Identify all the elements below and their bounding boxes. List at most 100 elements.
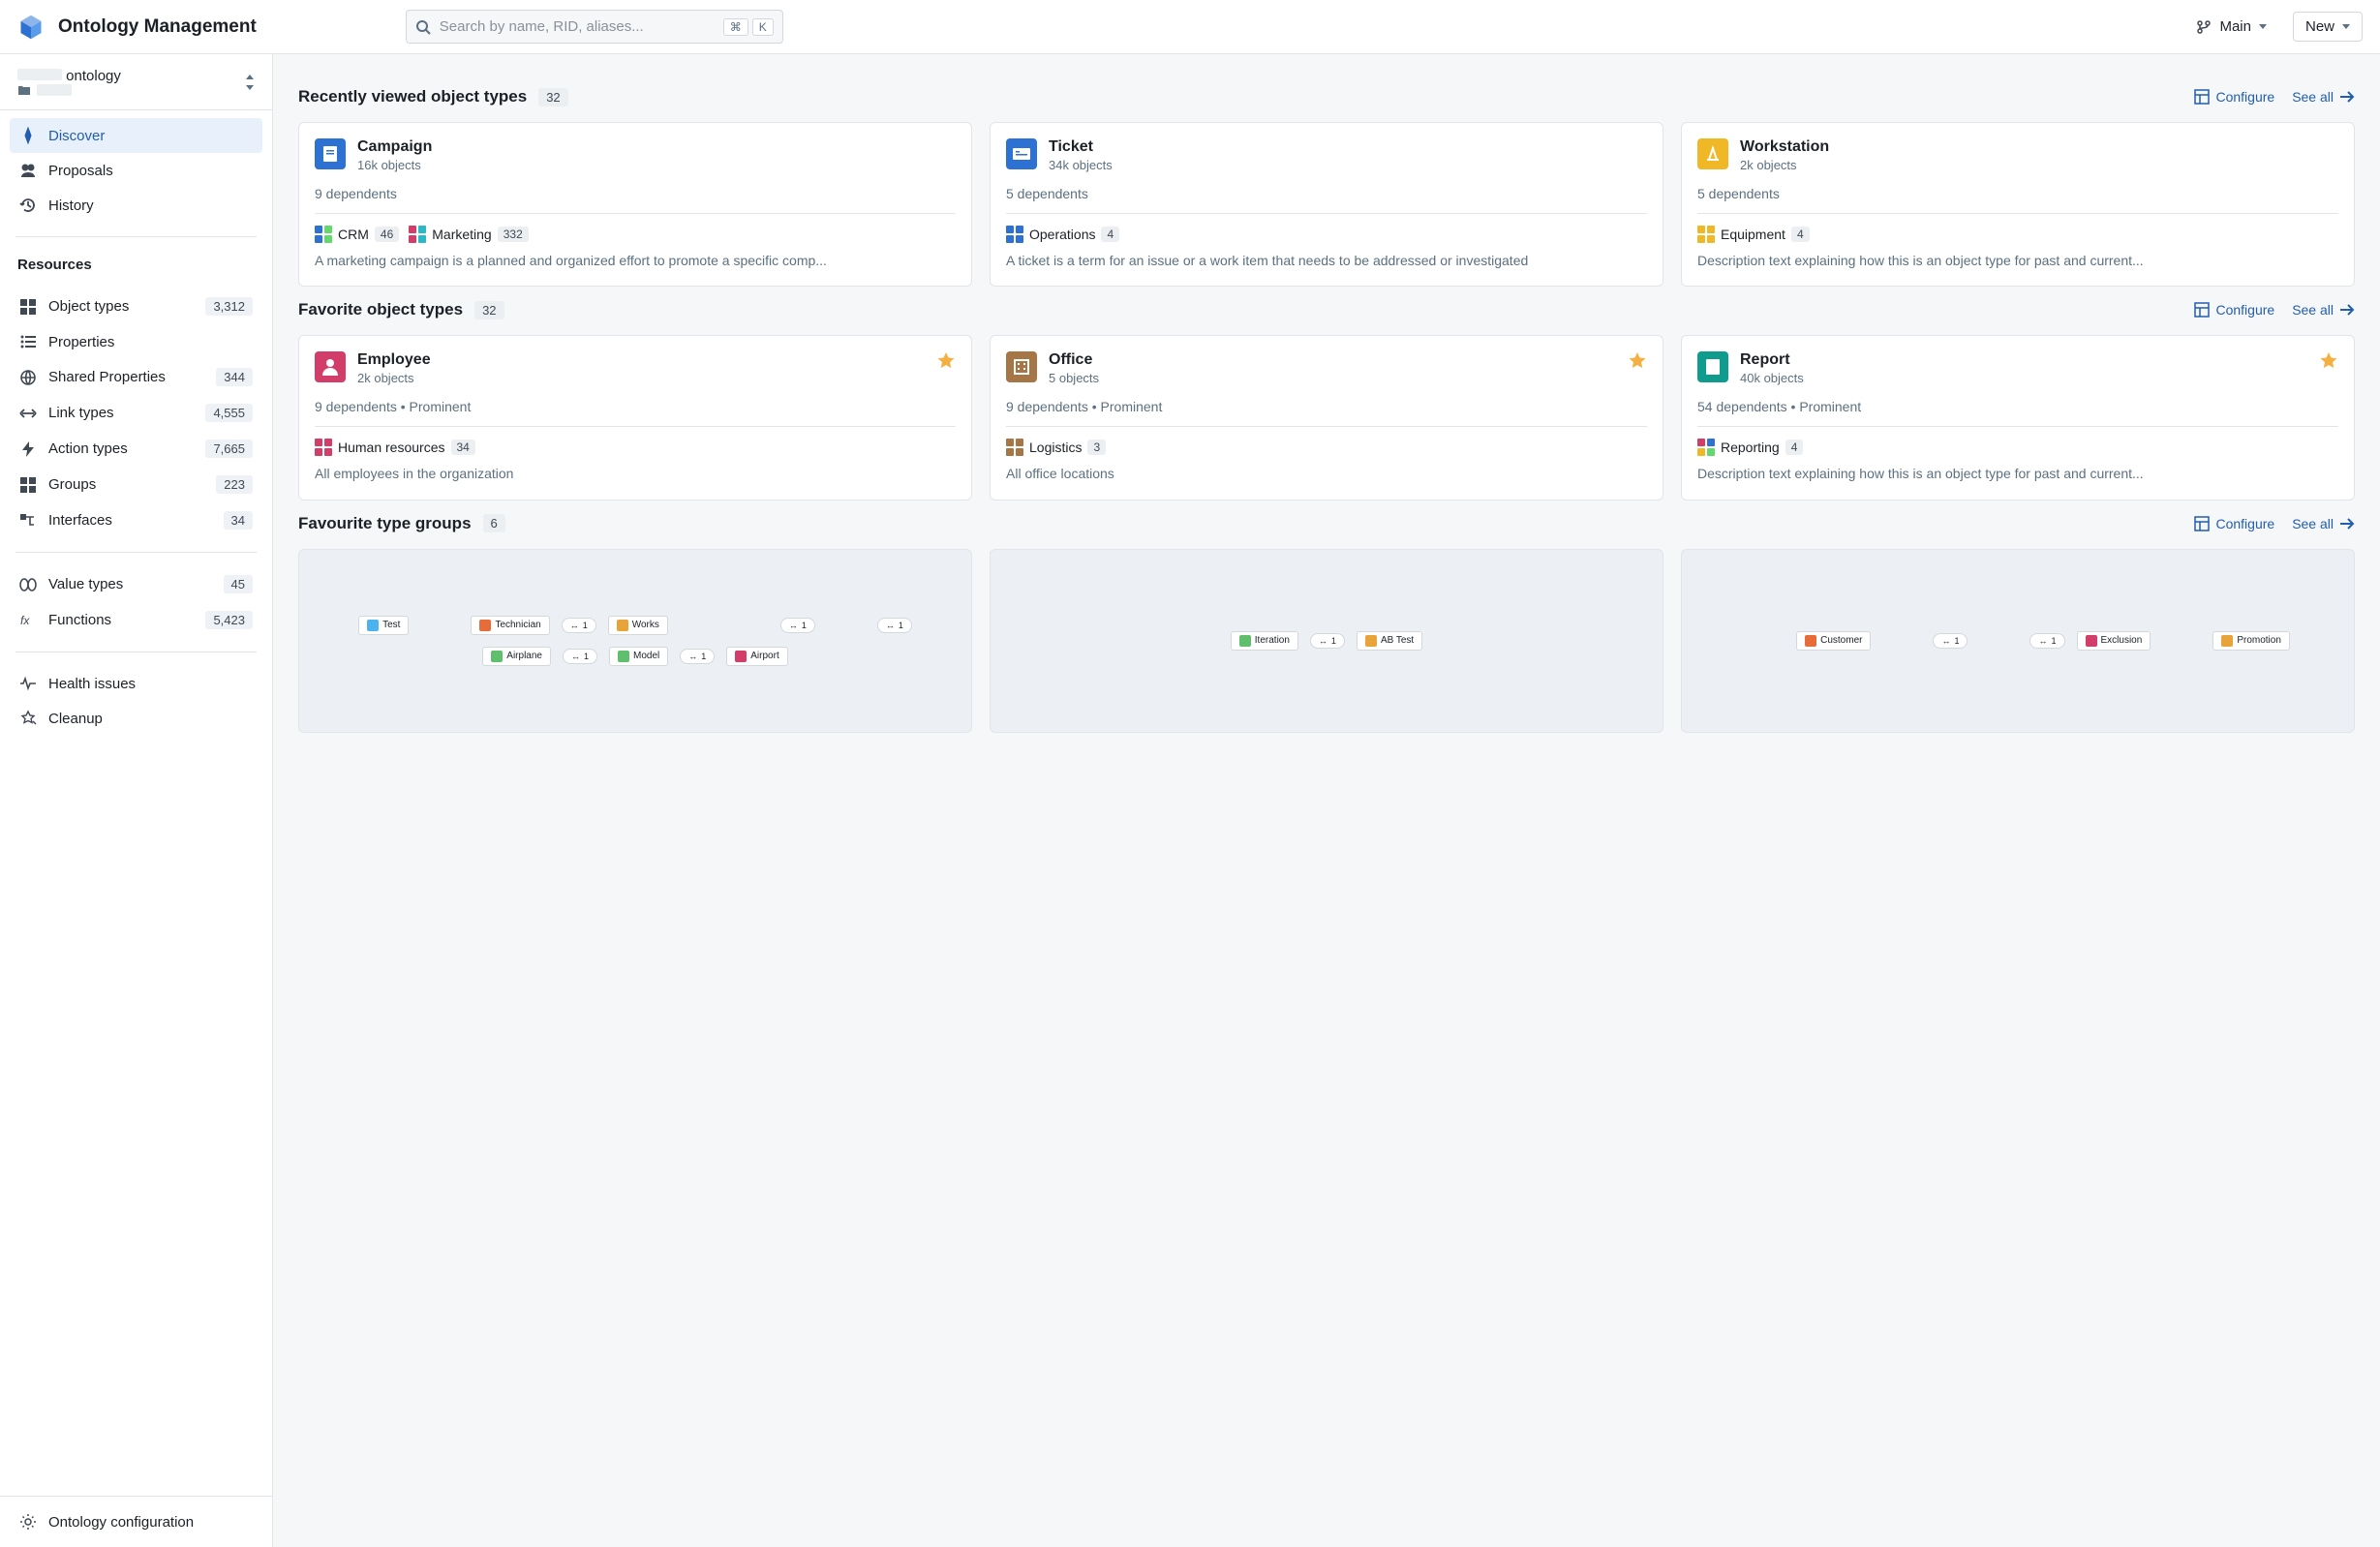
group-name: Reporting [1721,440,1780,455]
group-icon [1697,439,1715,456]
resources-header: Resources [0,243,272,281]
card-meta: 5 dependents [1697,186,2338,201]
section-header: Favorite object types 32 Configure See a… [298,300,2355,319]
see-all-link[interactable]: See all [2292,302,2355,318]
nav-count: 3,312 [205,297,253,316]
group-name: Marketing [432,227,491,242]
sidebar: ontology Discover Proposals History Reso… [0,54,273,1547]
nav-label: Properties [48,334,114,350]
nav-label: Functions [48,612,111,628]
group-tag[interactable]: Human resources 34 [315,439,475,456]
caret-down-icon [2259,24,2267,29]
nav-item-history[interactable]: History [10,188,262,223]
nav-label: Discover [48,128,105,144]
mini-link: ↔1 [780,618,815,633]
primary-nav: Discover Proposals History [0,110,272,230]
branch-selector[interactable]: Main [2183,12,2279,42]
group-tag[interactable]: CRM 46 [315,226,399,243]
section-header: Recently viewed object types 32 Configur… [298,87,2355,106]
group-tag[interactable]: Logistics 3 [1006,439,1106,456]
card-title: Employee [357,351,431,369]
nav-label: Groups [48,476,96,493]
object-type-card[interactable]: Ticket 34k objects 5 dependents Operatio… [990,122,1663,287]
new-button[interactable]: New [2293,12,2363,42]
group-icon [315,226,332,243]
ontology-config-button[interactable]: Ontology configuration [10,1504,262,1539]
mini-link: ↔1 [1310,633,1345,649]
see-all-link[interactable]: See all [2292,516,2355,531]
search-container: ⌘ K [406,10,783,44]
see-all-link[interactable]: See all [2292,89,2355,105]
group-name: Human resources [338,440,445,455]
type-group-card[interactable]: Iteration↔1AB Test [990,549,1663,733]
nav-item-value-types[interactable]: Value types 45 [10,566,262,602]
object-type-card[interactable]: Office 5 objects 9 dependents • Prominen… [990,335,1663,500]
configure-link[interactable]: Configure [2194,516,2274,531]
section-count: 6 [483,514,505,532]
nav-label: Link types [48,405,114,421]
group-tag[interactable]: Marketing 332 [409,226,529,243]
cleanup-icon [19,710,37,727]
nav-item-discover[interactable]: Discover [10,118,262,153]
nav-count: 223 [216,475,253,494]
section-title: Recently viewed object types [298,87,527,106]
gear-icon [19,1513,37,1531]
configure-link[interactable]: Configure [2194,302,2274,318]
card-description: A marketing campaign is a planned and or… [315,251,956,270]
configure-link[interactable]: Configure [2194,89,2274,105]
type-group-card[interactable]: Customer↔1↔1ExclusionPromotion [1681,549,2355,733]
nav-item-health-issues[interactable]: Health issues [10,666,262,701]
object-type-icon [1697,351,1728,382]
star-icon[interactable] [1628,351,1647,371]
group-tag[interactable]: Reporting 4 [1697,439,1803,456]
nav-label: Health issues [48,676,136,692]
main-content: Recently viewed object types 32 Configur… [273,54,2380,1547]
group-tag[interactable]: Operations 4 [1006,226,1119,243]
discover-icon [19,127,37,144]
card-meta: 9 dependents • Prominent [315,399,956,414]
object-type-card[interactable]: Employee 2k objects 9 dependents • Promi… [298,335,972,500]
app-title: Ontology Management [58,16,257,38]
expand-collapse-icon[interactable] [245,75,255,90]
branch-icon [2196,19,2212,35]
nav-item-shared-properties[interactable]: Shared Properties 344 [10,359,262,395]
object-type-card[interactable]: Workstation 2k objects 5 dependents Equi… [1681,122,2355,287]
shared-properties-icon [19,369,37,386]
nav-item-functions[interactable]: fx Functions 5,423 [10,602,262,638]
nav-item-cleanup[interactable]: Cleanup [10,701,262,736]
object-type-card[interactable]: Report 40k objects 54 dependents • Promi… [1681,335,2355,500]
group-count: 4 [1101,227,1119,242]
mini-node: Exclusion [2077,631,2151,651]
nav-count: 4,555 [205,404,253,422]
nav-item-interfaces[interactable]: Interfaces 34 [10,502,262,538]
card-description: Description text explaining how this is … [1697,251,2338,270]
type-group-card[interactable]: TestTechnician↔1Works↔1↔1Airplane↔1Model… [298,549,972,733]
section-count: 32 [538,88,567,106]
mini-link: ↔1 [877,618,912,633]
mini-node: Technician [471,616,549,635]
nav-label: Object types [48,298,129,315]
ontology-picker[interactable]: ontology [0,54,272,110]
nav-item-object-types[interactable]: Object types 3,312 [10,288,262,324]
group-name: Equipment [1721,227,1785,242]
group-tag[interactable]: Equipment 4 [1697,226,1810,243]
nav-item-groups[interactable]: Groups 223 [10,467,262,502]
card-description: A ticket is a term for an issue or a wor… [1006,251,1647,270]
mini-node: Test [358,616,409,635]
card-title: Ticket [1049,138,1113,156]
functions-icon: fx [19,612,37,629]
nav-item-action-types[interactable]: Action types 7,665 [10,431,262,467]
nav-item-link-types[interactable]: Link types 4,555 [10,395,262,431]
star-icon[interactable] [936,351,956,371]
nav-item-properties[interactable]: Properties [10,324,262,359]
group-name: Logistics [1029,440,1082,455]
section-count: 32 [474,301,503,319]
value-types-icon [19,576,37,593]
card-meta: 9 dependents • Prominent [1006,399,1647,414]
card-title: Office [1049,351,1099,369]
nav-item-proposals[interactable]: Proposals [10,153,262,188]
card-subtitle: 34k objects [1049,158,1113,172]
object-type-card[interactable]: Campaign 16k objects 9 dependents CRM 46… [298,122,972,287]
mini-link: ↔1 [2029,633,2064,649]
star-icon[interactable] [2319,351,2338,371]
